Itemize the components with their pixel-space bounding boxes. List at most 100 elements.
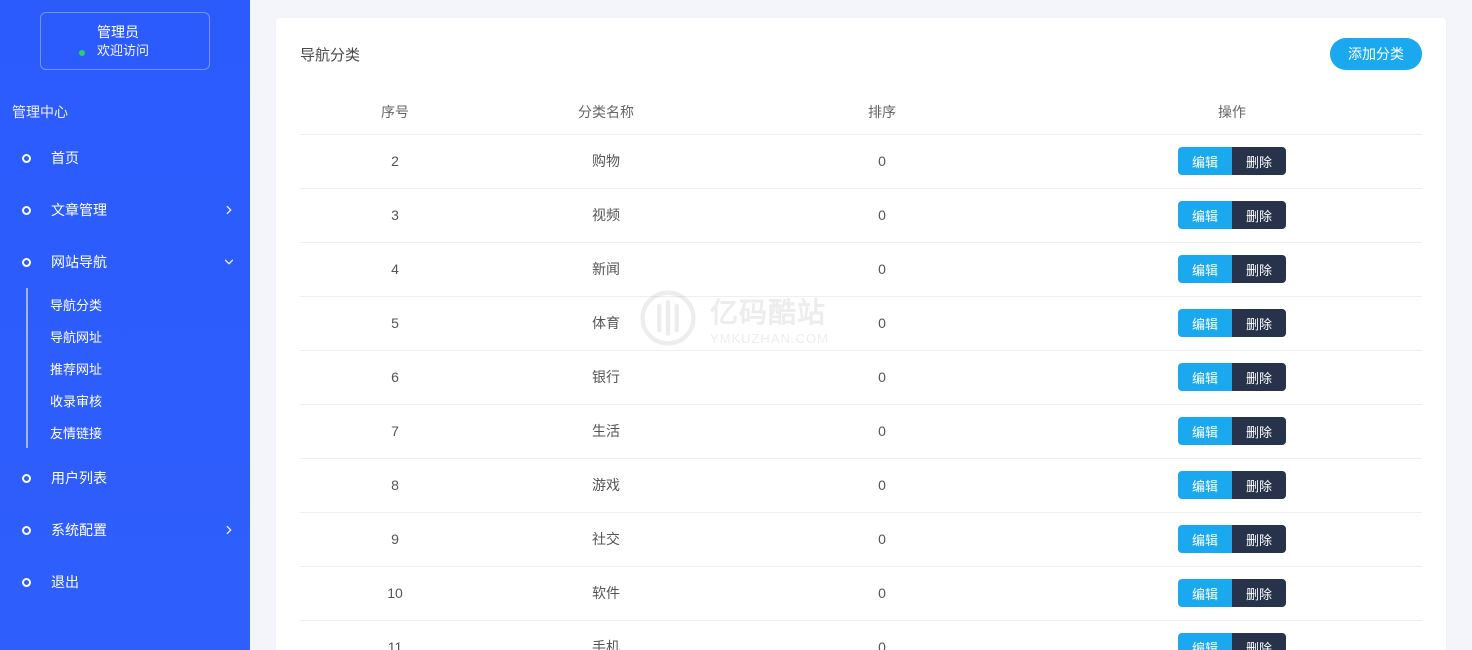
cell-index: 2	[300, 134, 490, 188]
circle-bullet-icon	[22, 474, 31, 483]
cell-name: 体育	[490, 296, 722, 350]
cell-sort: 0	[722, 404, 1042, 458]
cell-index: 6	[300, 350, 490, 404]
cell-name: 银行	[490, 350, 722, 404]
edit-button[interactable]: 编辑	[1178, 201, 1232, 229]
user-card[interactable]: 管理员 欢迎访问	[40, 12, 210, 70]
delete-button[interactable]: 删除	[1232, 579, 1286, 607]
panel: 导航分类 添加分类 序号 分类名称 排序 操作 2购物0编辑删除3视频0编辑删除…	[276, 18, 1446, 650]
edit-button[interactable]: 编辑	[1178, 471, 1232, 499]
cell-op: 编辑删除	[1042, 296, 1422, 350]
delete-button[interactable]: 删除	[1232, 255, 1286, 283]
table-row: 6银行0编辑删除	[300, 350, 1422, 404]
sidebar-subitem-label: 导航分类	[50, 295, 102, 314]
table-row: 11手机0编辑删除	[300, 620, 1422, 650]
cell-name: 视频	[490, 188, 722, 242]
cell-name: 购物	[490, 134, 722, 188]
th-sort: 排序	[722, 90, 1042, 134]
edit-button[interactable]: 编辑	[1178, 363, 1232, 391]
sidebar-subitem-label: 导航网址	[50, 327, 102, 346]
edit-button[interactable]: 编辑	[1178, 579, 1232, 607]
circle-bullet-icon	[22, 154, 31, 163]
sidebar-item-5[interactable]: 退出	[0, 556, 250, 608]
cell-index: 8	[300, 458, 490, 512]
th-name: 分类名称	[490, 90, 722, 134]
table-row: 4新闻0编辑删除	[300, 242, 1422, 296]
cell-name: 手机	[490, 620, 722, 650]
edit-button[interactable]: 编辑	[1178, 255, 1232, 283]
sidebar-section-title: 管理中心	[0, 84, 250, 132]
table-row: 10软件0编辑删除	[300, 566, 1422, 620]
cell-sort: 0	[722, 188, 1042, 242]
sidebar-item-3[interactable]: 用户列表	[0, 452, 250, 504]
cell-index: 4	[300, 242, 490, 296]
chevron-right-icon	[222, 203, 236, 217]
cell-index: 7	[300, 404, 490, 458]
presence-dot-icon	[77, 48, 87, 58]
cell-op: 编辑删除	[1042, 350, 1422, 404]
edit-button[interactable]: 编辑	[1178, 525, 1232, 553]
cell-name: 社交	[490, 512, 722, 566]
edit-button[interactable]: 编辑	[1178, 309, 1232, 337]
circle-bullet-icon	[22, 526, 31, 535]
cell-name: 新闻	[490, 242, 722, 296]
cell-index: 11	[300, 620, 490, 650]
cell-sort: 0	[722, 134, 1042, 188]
delete-button[interactable]: 删除	[1232, 309, 1286, 337]
sidebar-subitem-label: 友情链接	[50, 423, 102, 442]
chevron-down-icon	[222, 255, 236, 269]
sidebar-subitem-2[interactable]: 推荐网址	[28, 352, 250, 384]
sidebar-item-1[interactable]: 文章管理	[0, 184, 250, 236]
circle-bullet-icon	[22, 578, 31, 587]
sidebar-subitem-3[interactable]: 收录审核	[28, 384, 250, 416]
delete-button[interactable]: 删除	[1232, 633, 1286, 650]
delete-button[interactable]: 删除	[1232, 471, 1286, 499]
sidebar-item-0[interactable]: 首页	[0, 132, 250, 184]
delete-button[interactable]: 删除	[1232, 147, 1286, 175]
cell-name: 软件	[490, 566, 722, 620]
edit-button[interactable]: 编辑	[1178, 147, 1232, 175]
cell-sort: 0	[722, 458, 1042, 512]
table-row: 3视频0编辑删除	[300, 188, 1422, 242]
sidebar-item-2[interactable]: 网站导航	[0, 236, 250, 288]
circle-bullet-icon	[22, 258, 31, 267]
add-category-button[interactable]: 添加分类	[1330, 38, 1422, 70]
table-row: 5体育0编辑删除	[300, 296, 1422, 350]
circle-bullet-icon	[22, 206, 31, 215]
cell-op: 编辑删除	[1042, 620, 1422, 650]
cell-op: 编辑删除	[1042, 404, 1422, 458]
sidebar-item-label: 首页	[51, 148, 79, 168]
user-name: 管理员	[97, 23, 149, 42]
th-op: 操作	[1042, 90, 1422, 134]
cell-op: 编辑删除	[1042, 188, 1422, 242]
table-row: 2购物0编辑删除	[300, 134, 1422, 188]
chevron-right-icon	[222, 523, 236, 537]
edit-button[interactable]: 编辑	[1178, 417, 1232, 445]
delete-button[interactable]: 删除	[1232, 525, 1286, 553]
cell-index: 3	[300, 188, 490, 242]
sidebar-item-4[interactable]: 系统配置	[0, 504, 250, 556]
table-row: 9社交0编辑删除	[300, 512, 1422, 566]
delete-button[interactable]: 删除	[1232, 417, 1286, 445]
cell-sort: 0	[722, 242, 1042, 296]
sidebar-subitem-0[interactable]: 导航分类	[28, 288, 250, 320]
cell-op: 编辑删除	[1042, 134, 1422, 188]
cell-sort: 0	[722, 512, 1042, 566]
cell-op: 编辑删除	[1042, 242, 1422, 296]
edit-button[interactable]: 编辑	[1178, 633, 1232, 650]
cell-sort: 0	[722, 620, 1042, 650]
nav: 首页文章管理网站导航导航分类导航网址推荐网址收录审核友情链接用户列表系统配置退出	[0, 132, 250, 608]
main-area: 导航分类 添加分类 序号 分类名称 排序 操作 2购物0编辑删除3视频0编辑删除…	[250, 0, 1472, 650]
sidebar-subitem-4[interactable]: 友情链接	[28, 416, 250, 448]
cell-sort: 0	[722, 296, 1042, 350]
sidebar-subitem-1[interactable]: 导航网址	[28, 320, 250, 352]
sidebar-item-label: 网站导航	[51, 252, 107, 272]
user-welcome: 欢迎访问	[97, 42, 149, 60]
delete-button[interactable]: 删除	[1232, 363, 1286, 391]
sidebar: 管理员 欢迎访问 管理中心 首页文章管理网站导航导航分类导航网址推荐网址收录审核…	[0, 0, 250, 650]
th-index: 序号	[300, 90, 490, 134]
category-table: 序号 分类名称 排序 操作 2购物0编辑删除3视频0编辑删除4新闻0编辑删除5体…	[300, 90, 1422, 650]
avatar	[55, 26, 85, 56]
table-row: 8游戏0编辑删除	[300, 458, 1422, 512]
delete-button[interactable]: 删除	[1232, 201, 1286, 229]
